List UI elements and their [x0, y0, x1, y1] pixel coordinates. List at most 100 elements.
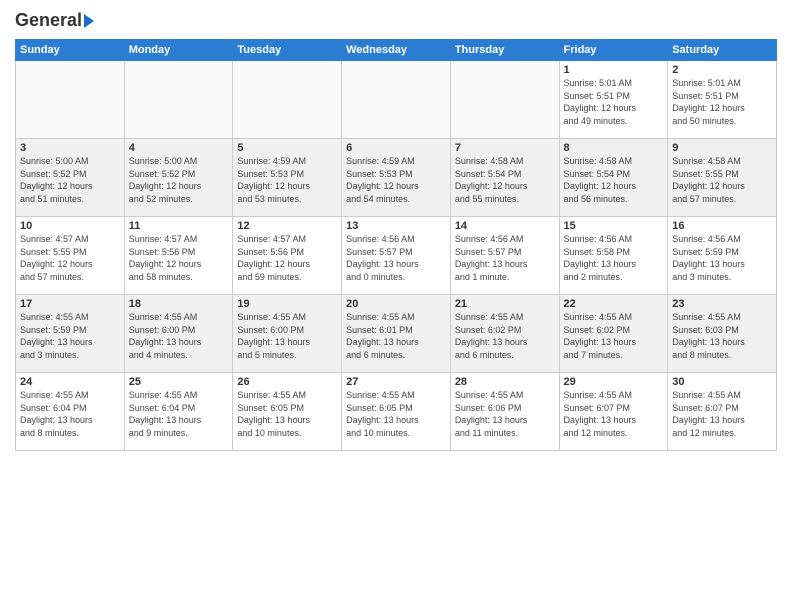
- calendar-cell: 21Sunrise: 4:55 AM Sunset: 6:02 PM Dayli…: [450, 295, 559, 373]
- day-number: 17: [20, 298, 120, 310]
- day-info: Sunrise: 4:55 AM Sunset: 6:01 PM Dayligh…: [346, 311, 446, 361]
- day-number: 25: [129, 376, 229, 388]
- logo-general-text: General: [15, 10, 82, 31]
- day-number: 9: [672, 142, 772, 154]
- calendar-table: SundayMondayTuesdayWednesdayThursdayFrid…: [15, 39, 777, 451]
- calendar-cell: 25Sunrise: 4:55 AM Sunset: 6:04 PM Dayli…: [124, 373, 233, 451]
- day-number: 30: [672, 376, 772, 388]
- calendar-cell: 3Sunrise: 5:00 AM Sunset: 5:52 PM Daylig…: [16, 139, 125, 217]
- page-container: General SundayMondayTuesdayWednesdayThur…: [0, 0, 792, 461]
- header: General: [15, 10, 777, 31]
- day-number: 27: [346, 376, 446, 388]
- day-number: 8: [564, 142, 664, 154]
- calendar-cell: 29Sunrise: 4:55 AM Sunset: 6:07 PM Dayli…: [559, 373, 668, 451]
- day-info: Sunrise: 4:56 AM Sunset: 5:59 PM Dayligh…: [672, 233, 772, 283]
- day-header-wednesday: Wednesday: [342, 40, 451, 61]
- day-info: Sunrise: 4:55 AM Sunset: 6:05 PM Dayligh…: [346, 389, 446, 439]
- calendar-cell: [124, 61, 233, 139]
- day-info: Sunrise: 5:01 AM Sunset: 5:51 PM Dayligh…: [672, 77, 772, 127]
- day-number: 16: [672, 220, 772, 232]
- calendar-cell: 30Sunrise: 4:55 AM Sunset: 6:07 PM Dayli…: [668, 373, 777, 451]
- day-header-friday: Friday: [559, 40, 668, 61]
- day-info: Sunrise: 4:55 AM Sunset: 6:07 PM Dayligh…: [672, 389, 772, 439]
- day-info: Sunrise: 4:55 AM Sunset: 6:06 PM Dayligh…: [455, 389, 555, 439]
- day-info: Sunrise: 4:55 AM Sunset: 6:04 PM Dayligh…: [20, 389, 120, 439]
- calendar-cell: 16Sunrise: 4:56 AM Sunset: 5:59 PM Dayli…: [668, 217, 777, 295]
- day-number: 10: [20, 220, 120, 232]
- calendar-week-row: 1Sunrise: 5:01 AM Sunset: 5:51 PM Daylig…: [16, 61, 777, 139]
- day-info: Sunrise: 5:01 AM Sunset: 5:51 PM Dayligh…: [564, 77, 664, 127]
- day-info: Sunrise: 4:55 AM Sunset: 5:59 PM Dayligh…: [20, 311, 120, 361]
- day-number: 6: [346, 142, 446, 154]
- day-number: 22: [564, 298, 664, 310]
- day-info: Sunrise: 4:57 AM Sunset: 5:56 PM Dayligh…: [129, 233, 229, 283]
- day-info: Sunrise: 4:59 AM Sunset: 5:53 PM Dayligh…: [346, 155, 446, 205]
- calendar-week-row: 10Sunrise: 4:57 AM Sunset: 5:55 PM Dayli…: [16, 217, 777, 295]
- day-info: Sunrise: 4:55 AM Sunset: 6:00 PM Dayligh…: [237, 311, 337, 361]
- calendar-header-row: SundayMondayTuesdayWednesdayThursdayFrid…: [16, 40, 777, 61]
- day-header-tuesday: Tuesday: [233, 40, 342, 61]
- calendar-cell: 5Sunrise: 4:59 AM Sunset: 5:53 PM Daylig…: [233, 139, 342, 217]
- calendar-cell: [233, 61, 342, 139]
- calendar-cell: 7Sunrise: 4:58 AM Sunset: 5:54 PM Daylig…: [450, 139, 559, 217]
- day-number: 24: [20, 376, 120, 388]
- day-number: 3: [20, 142, 120, 154]
- calendar-cell: 10Sunrise: 4:57 AM Sunset: 5:55 PM Dayli…: [16, 217, 125, 295]
- calendar-cell: 15Sunrise: 4:56 AM Sunset: 5:58 PM Dayli…: [559, 217, 668, 295]
- calendar-cell: 13Sunrise: 4:56 AM Sunset: 5:57 PM Dayli…: [342, 217, 451, 295]
- calendar-cell: [342, 61, 451, 139]
- day-info: Sunrise: 4:55 AM Sunset: 6:05 PM Dayligh…: [237, 389, 337, 439]
- day-number: 5: [237, 142, 337, 154]
- day-number: 7: [455, 142, 555, 154]
- calendar-cell: 27Sunrise: 4:55 AM Sunset: 6:05 PM Dayli…: [342, 373, 451, 451]
- day-info: Sunrise: 4:55 AM Sunset: 6:04 PM Dayligh…: [129, 389, 229, 439]
- day-number: 12: [237, 220, 337, 232]
- calendar-week-row: 3Sunrise: 5:00 AM Sunset: 5:52 PM Daylig…: [16, 139, 777, 217]
- day-info: Sunrise: 4:59 AM Sunset: 5:53 PM Dayligh…: [237, 155, 337, 205]
- calendar-week-row: 17Sunrise: 4:55 AM Sunset: 5:59 PM Dayli…: [16, 295, 777, 373]
- calendar-cell: 4Sunrise: 5:00 AM Sunset: 5:52 PM Daylig…: [124, 139, 233, 217]
- calendar-cell: 11Sunrise: 4:57 AM Sunset: 5:56 PM Dayli…: [124, 217, 233, 295]
- day-header-thursday: Thursday: [450, 40, 559, 61]
- calendar-cell: [16, 61, 125, 139]
- day-number: 1: [564, 64, 664, 76]
- day-info: Sunrise: 5:00 AM Sunset: 5:52 PM Dayligh…: [129, 155, 229, 205]
- calendar-cell: 14Sunrise: 4:56 AM Sunset: 5:57 PM Dayli…: [450, 217, 559, 295]
- day-number: 26: [237, 376, 337, 388]
- calendar-cell: 2Sunrise: 5:01 AM Sunset: 5:51 PM Daylig…: [668, 61, 777, 139]
- day-info: Sunrise: 4:58 AM Sunset: 5:54 PM Dayligh…: [564, 155, 664, 205]
- day-header-saturday: Saturday: [668, 40, 777, 61]
- day-number: 23: [672, 298, 772, 310]
- logo: General: [15, 10, 94, 31]
- logo-text: General: [15, 10, 94, 31]
- calendar-cell: 28Sunrise: 4:55 AM Sunset: 6:06 PM Dayli…: [450, 373, 559, 451]
- day-info: Sunrise: 4:58 AM Sunset: 5:54 PM Dayligh…: [455, 155, 555, 205]
- day-number: 18: [129, 298, 229, 310]
- day-number: 21: [455, 298, 555, 310]
- logo-arrow-icon: [84, 14, 94, 28]
- day-number: 20: [346, 298, 446, 310]
- day-info: Sunrise: 4:57 AM Sunset: 5:56 PM Dayligh…: [237, 233, 337, 283]
- calendar-cell: 6Sunrise: 4:59 AM Sunset: 5:53 PM Daylig…: [342, 139, 451, 217]
- day-info: Sunrise: 4:56 AM Sunset: 5:57 PM Dayligh…: [346, 233, 446, 283]
- day-info: Sunrise: 4:55 AM Sunset: 6:02 PM Dayligh…: [564, 311, 664, 361]
- calendar-cell: 23Sunrise: 4:55 AM Sunset: 6:03 PM Dayli…: [668, 295, 777, 373]
- day-info: Sunrise: 4:56 AM Sunset: 5:57 PM Dayligh…: [455, 233, 555, 283]
- calendar-cell: 9Sunrise: 4:58 AM Sunset: 5:55 PM Daylig…: [668, 139, 777, 217]
- calendar-cell: 19Sunrise: 4:55 AM Sunset: 6:00 PM Dayli…: [233, 295, 342, 373]
- calendar-cell: [450, 61, 559, 139]
- day-number: 11: [129, 220, 229, 232]
- calendar-cell: 1Sunrise: 5:01 AM Sunset: 5:51 PM Daylig…: [559, 61, 668, 139]
- day-number: 13: [346, 220, 446, 232]
- calendar-cell: 26Sunrise: 4:55 AM Sunset: 6:05 PM Dayli…: [233, 373, 342, 451]
- day-number: 29: [564, 376, 664, 388]
- day-number: 19: [237, 298, 337, 310]
- day-info: Sunrise: 4:55 AM Sunset: 6:00 PM Dayligh…: [129, 311, 229, 361]
- day-number: 14: [455, 220, 555, 232]
- day-number: 4: [129, 142, 229, 154]
- day-info: Sunrise: 5:00 AM Sunset: 5:52 PM Dayligh…: [20, 155, 120, 205]
- day-info: Sunrise: 4:58 AM Sunset: 5:55 PM Dayligh…: [672, 155, 772, 205]
- day-header-monday: Monday: [124, 40, 233, 61]
- day-info: Sunrise: 4:55 AM Sunset: 6:03 PM Dayligh…: [672, 311, 772, 361]
- day-number: 28: [455, 376, 555, 388]
